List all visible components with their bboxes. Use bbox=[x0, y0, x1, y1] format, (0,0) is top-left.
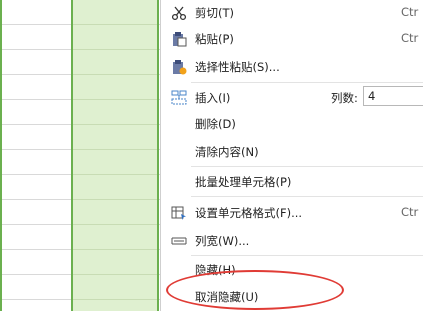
menu-separator bbox=[191, 166, 423, 167]
menu-item-label: 设置单元格格式(F)... bbox=[195, 206, 303, 220]
menu-item-paste[interactable]: 粘贴(P) Ctr bbox=[161, 26, 423, 52]
menu-item-format-cells[interactable]: 设置单元格格式(F)... Ctr bbox=[161, 200, 423, 226]
column-border-right bbox=[157, 0, 159, 311]
menu-item-insert[interactable]: 插入(I) 列数: bbox=[161, 85, 423, 111]
paste-icon bbox=[171, 31, 187, 47]
column-width-icon bbox=[171, 233, 187, 249]
menu-item-label: 剪切(T) bbox=[195, 6, 234, 20]
menu-item-column-width[interactable]: 列宽(W)... bbox=[161, 228, 423, 254]
column-a-cells[interactable] bbox=[0, 0, 72, 311]
menu-separator bbox=[191, 196, 423, 197]
menu-item-label: 列宽(W)... bbox=[195, 234, 250, 248]
column-count-input[interactable] bbox=[363, 86, 423, 106]
selected-column-cells[interactable] bbox=[72, 0, 158, 311]
column-border-middle bbox=[71, 0, 73, 311]
menu-item-paste-special[interactable]: 选择性粘贴(S)... bbox=[161, 54, 423, 80]
menu-item-shortcut: Ctr bbox=[401, 31, 419, 45]
column-count-label: 列数: bbox=[331, 91, 358, 105]
menu-item-label: 取消隐藏(U) bbox=[195, 290, 259, 304]
menu-item-label: 粘贴(P) bbox=[195, 32, 234, 46]
menu-item-clear-contents[interactable]: 清除内容(N) bbox=[161, 139, 423, 165]
menu-item-delete[interactable]: 删除(D) bbox=[161, 111, 423, 137]
menu-item-label: 删除(D) bbox=[195, 117, 236, 131]
menu-separator bbox=[191, 255, 423, 256]
scissors-icon bbox=[171, 5, 187, 21]
menu-item-hide[interactable]: 隐藏(H) bbox=[161, 257, 423, 283]
insert-icon bbox=[171, 90, 187, 106]
menu-item-label: 隐藏(H) bbox=[195, 263, 236, 277]
paste-special-icon bbox=[171, 59, 187, 75]
column-border-left bbox=[0, 0, 2, 311]
menu-item-cut[interactable]: 剪切(T) Ctr bbox=[161, 0, 423, 26]
menu-item-label: 选择性粘贴(S)... bbox=[195, 60, 280, 74]
menu-separator bbox=[191, 82, 423, 83]
menu-item-label: 批量处理单元格(P) bbox=[195, 175, 292, 189]
menu-item-label: 清除内容(N) bbox=[195, 145, 259, 159]
menu-item-label: 插入(I) bbox=[195, 91, 231, 105]
menu-item-shortcut: Ctr bbox=[401, 5, 419, 19]
spreadsheet-grid[interactable] bbox=[0, 0, 160, 311]
format-cells-icon bbox=[171, 205, 187, 221]
context-menu: 剪切(T) Ctr 粘贴(P) Ctr 选择性粘贴(S)... 插入(I) 列数… bbox=[160, 0, 423, 311]
menu-item-shortcut: Ctr bbox=[401, 205, 419, 219]
menu-item-batch-process[interactable]: 批量处理单元格(P) bbox=[161, 169, 423, 195]
menu-item-unhide[interactable]: 取消隐藏(U) bbox=[161, 284, 423, 310]
